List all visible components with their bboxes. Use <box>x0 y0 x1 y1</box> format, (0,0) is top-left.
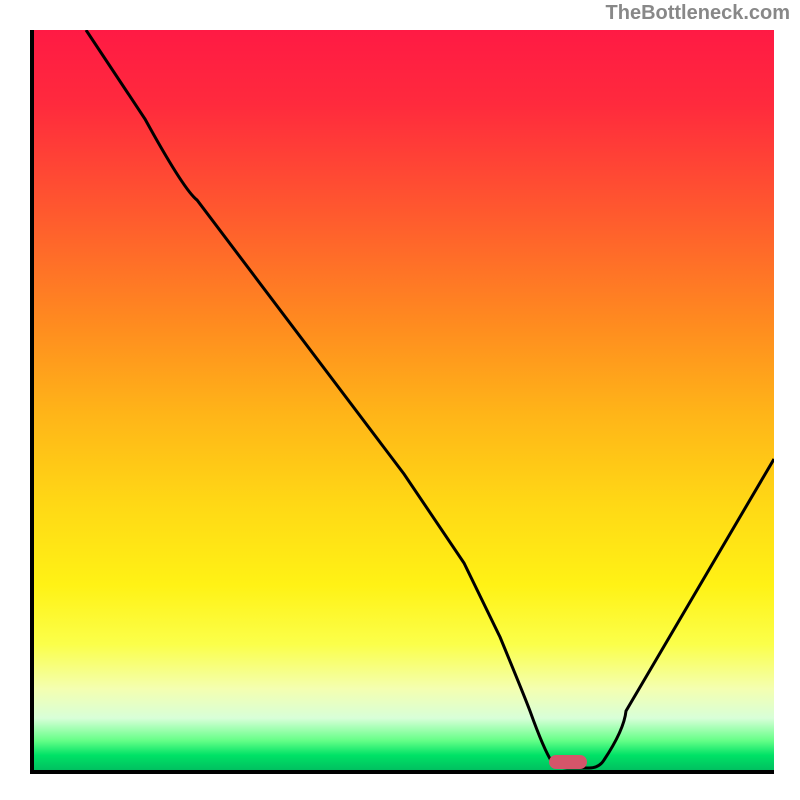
curve-svg <box>34 30 774 770</box>
chart-container: TheBottleneck.com <box>0 0 800 800</box>
chart-plot-area <box>30 30 774 774</box>
bottleneck-curve-path <box>86 30 774 768</box>
watermark-text: TheBottleneck.com <box>606 2 790 25</box>
optimal-marker <box>549 755 587 769</box>
